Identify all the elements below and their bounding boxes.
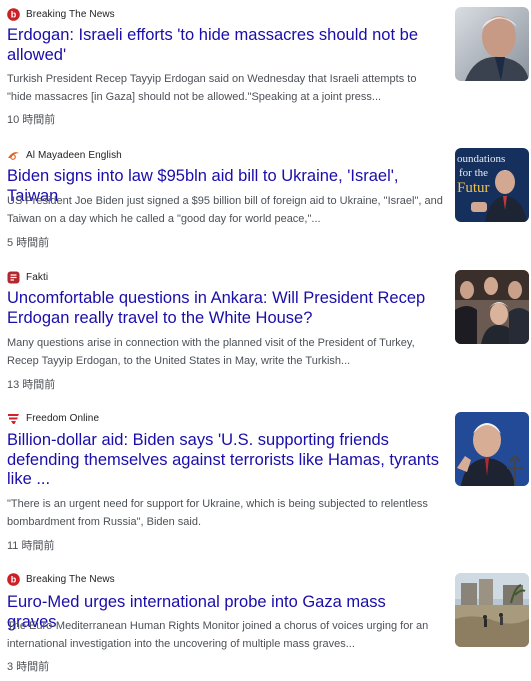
breaking-the-news-logo-icon: b — [7, 7, 20, 21]
news-timestamp: 11 時間前 — [7, 540, 55, 552]
svg-text:b: b — [11, 9, 17, 19]
news-snippet: US President Joe Biden just signed a $95… — [7, 195, 443, 225]
svg-text:for the: for the — [459, 167, 488, 179]
news-headline-link[interactable]: Uncomfortable questions in Ankara: Will … — [7, 289, 439, 328]
news-timestamp: 13 時間前 — [7, 379, 56, 391]
svg-text:b: b — [11, 574, 17, 584]
freedom-online-logo-icon — [7, 412, 20, 425]
svg-text:Futur: Futur — [457, 180, 490, 196]
news-source-name: Freedom Online — [26, 412, 100, 424]
news-source: b Breaking The News — [7, 7, 115, 21]
news-thumbnail[interactable] — [455, 412, 529, 486]
fakti-logo-icon — [7, 271, 20, 284]
news-snippet: Many questions arise in connection with … — [7, 337, 415, 367]
news-source-name: Fakti — [26, 271, 49, 283]
news-source-name: Al Mayadeen English — [26, 149, 122, 161]
news-thumbnail[interactable] — [455, 270, 529, 344]
al-mayadeen-logo-icon — [7, 149, 20, 162]
news-thumbnail[interactable] — [455, 7, 529, 81]
news-snippet: The Euro-Mediterranean Human Rights Moni… — [7, 620, 429, 650]
news-snippet: Turkish President Recep Tayyip Erdogan s… — [7, 73, 417, 103]
news-source-name: Breaking The News — [26, 573, 115, 585]
news-thumbnail[interactable] — [455, 573, 529, 647]
news-source-name: Breaking The News — [26, 8, 115, 20]
news-feed: b Breaking The News Erdogan: Israeli eff… — [0, 0, 531, 681]
breaking-the-news-logo-icon: b — [7, 572, 20, 586]
news-source: Fakti — [7, 270, 48, 284]
news-source: Freedom Online — [7, 411, 99, 425]
thumbnail-caption-text: oundations — [457, 153, 505, 165]
news-source: b Breaking The News — [7, 572, 115, 586]
news-headline-link[interactable]: Erdogan: Israeli efforts 'to hide massac… — [7, 26, 439, 65]
news-timestamp: 10 時間前 — [7, 114, 56, 126]
news-snippet: "There is an urgent need for support for… — [7, 498, 428, 528]
news-timestamp: 5 時間前 — [7, 237, 50, 249]
news-headline-link[interactable]: Billion-dollar aid: Biden says 'U.S. sup… — [7, 431, 439, 490]
news-source: Al Mayadeen English — [7, 148, 122, 162]
news-timestamp: 3 時間前 — [7, 661, 50, 673]
news-thumbnail[interactable]: oundations for the Futur — [455, 148, 529, 222]
